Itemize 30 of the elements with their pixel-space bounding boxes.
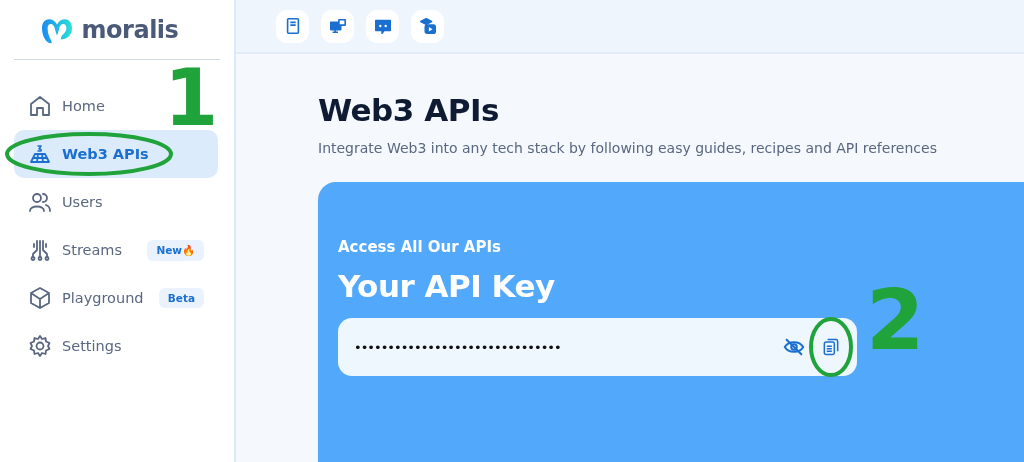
annotation-ellipse xyxy=(808,316,854,378)
sidebar-item[interactable]: Settings xyxy=(14,322,136,370)
sidebar-item[interactable]: Playground Beta xyxy=(14,274,218,322)
chat-button[interactable] xyxy=(366,9,399,43)
badge: Beta xyxy=(158,288,204,308)
api-key-field[interactable]: ••••••••••••••••••••••••••••••• xyxy=(338,318,857,376)
page-title: Web3 APIs xyxy=(318,92,500,128)
web3-icon xyxy=(28,142,52,166)
video-button[interactable] xyxy=(411,9,444,43)
book-button[interactable] xyxy=(276,9,309,43)
users-icon xyxy=(28,190,52,214)
home-icon xyxy=(28,94,52,118)
copy-icon[interactable] xyxy=(821,337,841,357)
badge: New🔥 xyxy=(147,239,204,261)
sidebar-item[interactable]: Users xyxy=(14,178,117,226)
annotation-number: 2 xyxy=(866,278,925,362)
video-icon xyxy=(418,17,437,35)
cube-icon xyxy=(28,286,52,310)
streams-icon xyxy=(28,238,52,262)
page-subtitle: Integrate Web3 into any tech stack by following easy guides, recipes and API references xyxy=(318,140,938,156)
monitor-button[interactable] xyxy=(321,9,354,43)
sidebar-item[interactable]: Home xyxy=(14,82,119,130)
monitor-icon xyxy=(328,17,347,35)
gear-icon xyxy=(28,334,52,358)
card-title: Your API Key xyxy=(338,268,555,304)
card-eyebrow: Access All Our APIs xyxy=(338,238,502,256)
sidebar-item[interactable]: Streams New🔥 xyxy=(14,226,218,274)
logo-text: moralis xyxy=(81,15,179,44)
chat-icon xyxy=(373,17,392,35)
eye-off-icon[interactable] xyxy=(783,336,805,358)
